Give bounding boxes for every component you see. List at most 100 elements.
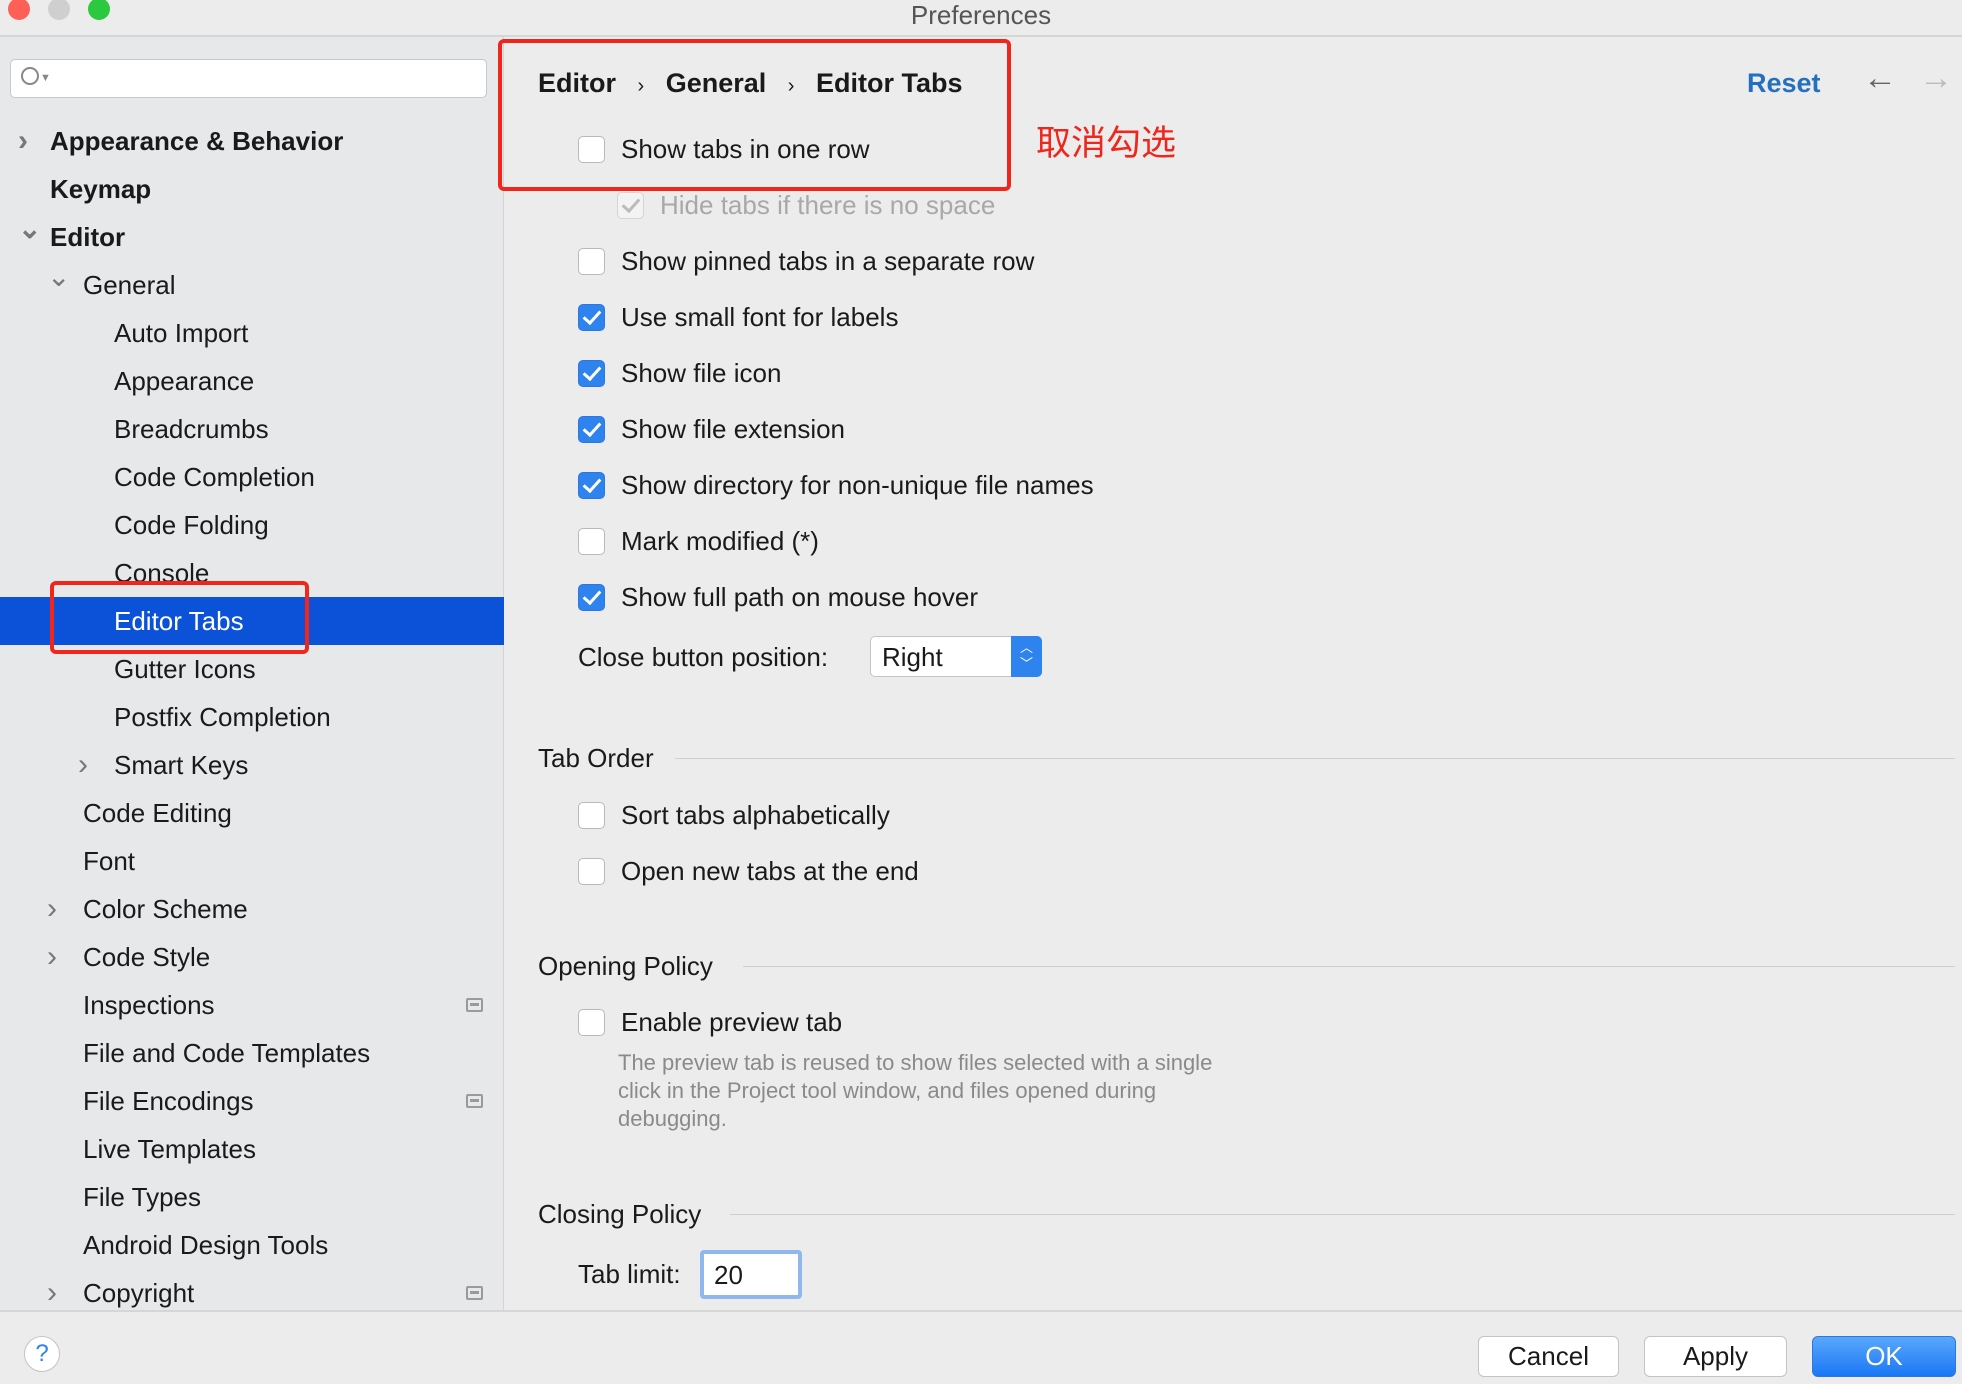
checkbox[interactable]	[578, 802, 605, 829]
sidebar-item-label: Appearance	[114, 366, 255, 396]
chevron-down-icon[interactable]: ⌄	[18, 205, 41, 253]
sidebar-item-label: Auto Import	[114, 318, 249, 348]
section-title: Opening Policy	[538, 951, 713, 981]
footer: ? Cancel Apply OK	[0, 1310, 1962, 1384]
tab-limit-label: Tab limit:	[578, 1259, 681, 1289]
cancel-button[interactable]: Cancel	[1478, 1336, 1619, 1377]
section-title: Tab Order	[538, 743, 654, 773]
settings-panel: Editor › General › Editor Tabs Reset ← →…	[498, 37, 1962, 1310]
sidebar-item-label: Code Completion	[114, 462, 315, 492]
highlight-box	[50, 581, 309, 654]
title-bar: Preferences	[0, 0, 1962, 37]
checkbox[interactable]	[578, 416, 605, 443]
checkbox-label: Sort tabs alphabetically	[621, 800, 890, 830]
sidebar-item[interactable]: ⌄ General	[0, 261, 504, 309]
window-title: Preferences	[910, 0, 1052, 30]
sidebar-item[interactable]: File Encodings	[0, 1077, 504, 1125]
sidebar-item-label: Inspections	[83, 990, 215, 1020]
sidebar-item-label: General	[83, 270, 176, 300]
sidebar-item[interactable]: › Smart Keys	[0, 741, 504, 789]
sidebar-item-label: Keymap	[50, 174, 152, 204]
sidebar-item[interactable]: Live Templates	[0, 1125, 504, 1173]
checkbox[interactable]	[578, 304, 605, 331]
checkbox-label: Enable preview tab	[621, 1007, 843, 1037]
checkbox	[617, 192, 644, 219]
divider	[743, 966, 1955, 967]
sidebar-item[interactable]: › Color Scheme	[0, 885, 504, 933]
reset-link[interactable]: Reset	[1747, 65, 1821, 101]
checkbox-label: Open new tabs at the end	[621, 856, 919, 886]
sidebar-item[interactable]: › Appearance & Behavior	[0, 117, 504, 165]
checkbox[interactable]	[578, 858, 605, 885]
forward-arrow-icon[interactable]: →	[1919, 59, 1953, 98]
sidebar-item-label: File Encodings	[83, 1086, 254, 1116]
tab-order-section: Tab Order	[538, 741, 1955, 775]
sidebar-item[interactable]: Keymap	[0, 165, 504, 213]
sidebar-item[interactable]: Code Folding	[0, 501, 504, 549]
checkbox-label: Mark modified (*)	[621, 526, 819, 556]
search-icon	[21, 67, 39, 85]
sidebar-item[interactable]: Breadcrumbs	[0, 405, 504, 453]
search-options-icon: ▼	[40, 72, 51, 84]
sidebar-item-label: Postfix Completion	[114, 702, 331, 732]
checkbox[interactable]	[578, 584, 605, 611]
checkbox[interactable]	[578, 360, 605, 387]
sidebar-item[interactable]: File Types	[0, 1173, 504, 1221]
select-stepper-icon: ︿ ﹀	[1011, 636, 1042, 677]
sidebar-item[interactable]: Inspections	[0, 981, 504, 1029]
sidebar-item-label: Color Scheme	[83, 894, 248, 924]
sidebar-item[interactable]: › Code Style	[0, 933, 504, 981]
checkbox[interactable]	[578, 472, 605, 499]
sidebar-item[interactable]: Font	[0, 837, 504, 885]
checkbox-label: Show directory for non-unique file names	[621, 470, 1094, 500]
sidebar: ▼ › Appearance & Behavior Keymap ⌄ Editor ⌄ Ge…	[0, 37, 504, 1310]
sidebar-item[interactable]: Code Editing	[0, 789, 504, 837]
sidebar-item-label: Code Folding	[114, 510, 269, 540]
checkbox-label: Show full path on mouse hover	[621, 582, 978, 612]
checkbox[interactable]	[578, 248, 605, 275]
search-field[interactable]	[55, 64, 475, 92]
sidebar-item[interactable]: Code Completion	[0, 453, 504, 501]
closing-policy-section: Closing Policy	[538, 1197, 1955, 1231]
checkbox[interactable]	[578, 1009, 605, 1036]
tab-limit-value: 20	[714, 1260, 743, 1290]
apply-button[interactable]: Apply	[1644, 1336, 1787, 1377]
checkbox[interactable]	[578, 136, 605, 163]
close-button-position-select[interactable]: Right ︿ ﹀	[870, 636, 1042, 677]
tab-limit-input[interactable]: 20	[700, 1250, 802, 1299]
sidebar-item-label: Appearance & Behavior	[50, 126, 344, 156]
select-value: Right	[882, 642, 943, 672]
project-settings-icon	[466, 1286, 483, 1300]
chevron-down-icon[interactable]: ⌄	[47, 253, 70, 301]
checkbox-label: Show file extension	[621, 414, 846, 444]
sidebar-item-label: File Types	[83, 1182, 202, 1212]
chevron-right-icon[interactable]: ›	[47, 885, 57, 933]
sidebar-item[interactable]: ⌄ Editor	[0, 213, 504, 261]
checkbox-label: Use small font for labels	[621, 302, 899, 332]
sidebar-item-label: Live Templates	[83, 1134, 256, 1164]
help-button[interactable]: ?	[24, 1336, 60, 1372]
search-input[interactable]: ▼	[10, 59, 487, 98]
preview-tab-description: The preview tab is reused to show files …	[618, 1049, 1212, 1133]
chevron-right-icon[interactable]: ›	[18, 117, 28, 165]
sidebar-item-label: Smart Keys	[114, 750, 249, 780]
description-line: The preview tab is reused to show files …	[618, 1050, 1213, 1075]
opening-policy-section: Opening Policy	[538, 949, 1955, 983]
ok-button[interactable]: OK	[1812, 1336, 1956, 1377]
sidebar-item-label: Breadcrumbs	[114, 414, 269, 444]
back-arrow-icon[interactable]: ←	[1863, 59, 1897, 98]
sidebar-item[interactable]: Postfix Completion	[0, 693, 504, 741]
checkbox[interactable]	[578, 528, 605, 555]
sidebar-item[interactable]: Auto Import	[0, 309, 504, 357]
sidebar-item-label: Code Editing	[83, 798, 232, 828]
sidebar-item[interactable]: File and Code Templates	[0, 1029, 504, 1077]
sidebar-item[interactable]: Appearance	[0, 357, 504, 405]
project-settings-icon	[466, 1094, 483, 1108]
chevron-right-icon[interactable]: ›	[78, 741, 88, 789]
annotation-text: 取消勾选	[1036, 124, 1177, 163]
description-line: click in the Project tool window, and fi…	[618, 1078, 1157, 1103]
chevron-right-icon[interactable]: ›	[47, 933, 57, 981]
divider	[675, 758, 1955, 759]
checkbox-label: Show pinned tabs in a separate row	[621, 246, 1035, 276]
sidebar-item[interactable]: Android Design Tools	[0, 1221, 504, 1269]
